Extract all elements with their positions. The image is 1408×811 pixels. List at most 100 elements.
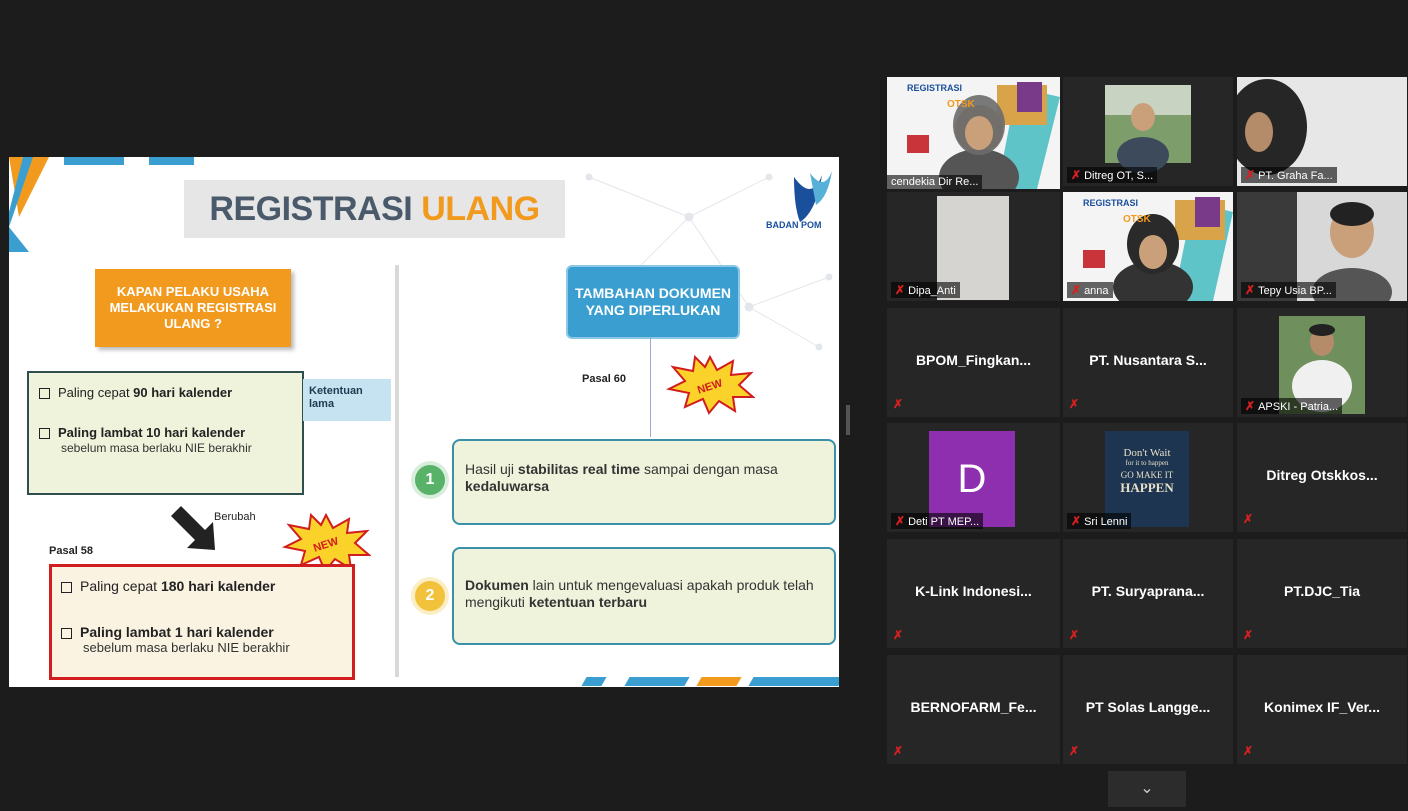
thumb-text: OTSK — [1123, 214, 1151, 225]
participant-name: PT. Suryaprana... — [1091, 583, 1205, 599]
participant-name-label: ✗ PT. Graha Fa... — [1241, 167, 1337, 183]
participant-tile[interactable]: ✗ APSKI - Patria... — [1237, 308, 1407, 417]
participant-tile[interactable]: REGISTRASI OTSK cendekia Dir Re... — [887, 77, 1060, 189]
doc-1-text-b: stabilitas real time — [517, 461, 641, 477]
participant-name-label: ✗ Dipa_Anti — [891, 282, 960, 298]
new-item-2-bold: Paling lambat 1 hari kalender — [80, 624, 274, 640]
doc-2-text-c: ketentuan terbaru — [528, 594, 648, 610]
checkbox-icon — [61, 581, 72, 593]
old-item-1-prefix: Paling cepat — [58, 385, 134, 400]
participant-name: APSKI - Patria... — [1258, 401, 1339, 413]
mic-muted-icon[interactable]: ✗ — [893, 628, 903, 642]
right-question-box: TAMBAHAN DOKUMEN YANG DIPERLUKAN — [566, 265, 740, 339]
poster-line: Don't Wait — [1123, 447, 1171, 459]
participant-name: Konimex IF_Ver... — [1264, 699, 1380, 715]
thumb-text: REGISTRASI — [907, 83, 963, 93]
ketentuan-lama-label: Ketentuan lama — [303, 379, 391, 421]
chevron-down-icon: ⌄ — [1140, 780, 1154, 797]
participant-name: Ditreg OT, S... — [1084, 170, 1154, 182]
new-starburst-badge-2: NEW — [665, 355, 755, 415]
participant-tile[interactable]: BPOM_Fingkan... ✗ — [887, 308, 1060, 417]
participant-name: BERNOFARM_Fe... — [910, 699, 1037, 715]
mic-muted-icon[interactable]: ✗ — [1069, 397, 1079, 411]
avatar-initial: D — [957, 457, 987, 501]
mic-muted-icon[interactable]: ✗ — [1245, 283, 1255, 297]
participant-name: Tepy Usia BP... — [1258, 285, 1332, 297]
mic-muted-icon[interactable]: ✗ — [1071, 283, 1081, 297]
participant-name-label: ✗ APSKI - Patria... — [1241, 398, 1343, 414]
shared-screen-slide: REGISTRASI ULANG BADAN POM KAPAN PELAKU … — [9, 157, 839, 687]
mic-muted-icon[interactable]: ✗ — [1243, 512, 1253, 526]
participant-name: PT. Graha Fa... — [1258, 170, 1333, 182]
participant-name: PT Solas Langge... — [1085, 699, 1211, 715]
berubah-label: Berubah — [214, 511, 256, 523]
participant-tile[interactable]: ✗ Ditreg OT, S... — [1063, 77, 1233, 186]
doc-2-text-a: Dokumen — [465, 577, 529, 593]
participant-name-label: ✗ Deti PT MEP... — [891, 513, 984, 529]
slide-divider — [395, 265, 399, 677]
mic-muted-icon[interactable]: ✗ — [1069, 628, 1079, 642]
participant-video — [887, 77, 1060, 189]
stripe — [581, 677, 607, 686]
mic-muted-icon[interactable]: ✗ — [1069, 744, 1079, 758]
participant-name: BPOM_Fingkan... — [915, 352, 1032, 368]
pasal-58-label: Pasal 58 — [49, 545, 94, 557]
old-item-1-bold: 90 hari kalender — [133, 385, 233, 400]
participant-tile[interactable]: Konimex IF_Ver... ✗ — [1237, 655, 1407, 764]
doc-2-text: Dokumen lain untuk mengevaluasi apakah p… — [465, 577, 827, 611]
doc-1-text-d: kedaluwarsa — [465, 478, 550, 494]
participant-tile[interactable]: PT Solas Langge... ✗ — [1063, 655, 1233, 764]
new-item-1: Paling cepat 180 hari kalender — [61, 579, 275, 594]
participant-tile[interactable]: REGISTRASI OTSK ✗ anna — [1063, 192, 1233, 301]
mic-muted-icon[interactable]: ✗ — [1245, 168, 1255, 182]
participant-name-label: ✗ anna — [1067, 282, 1113, 298]
new-item-1-prefix: Paling cepat — [80, 578, 161, 594]
logo-text: BADAN POM — [766, 220, 822, 230]
doc-2-number: 2 — [415, 581, 445, 611]
connector-line — [650, 337, 651, 437]
participant-name-label: ✗ Ditreg OT, S... — [1067, 167, 1158, 183]
participant-name: Deti PT MEP... — [908, 516, 980, 528]
participant-tile[interactable]: Don't Wait for it to happen GO MAKE IT H… — [1063, 423, 1233, 532]
participant-tile[interactable]: PT. Nusantara S... ✗ — [1063, 308, 1233, 417]
mic-muted-icon[interactable]: ✗ — [893, 397, 903, 411]
old-item-1: Paling cepat 90 hari kalender — [39, 385, 232, 400]
new-item-2-sub: sebelum masa berlaku NIE berakhir — [83, 640, 290, 655]
left-question-text: KAPAN PELAKU USAHA MELAKUKAN REGISTRASI … — [109, 284, 277, 331]
participant-name-label: ✗ Tepy Usia BP... — [1241, 282, 1336, 298]
participant-name-label: ✗ Sri Lenni — [1067, 513, 1132, 529]
mic-muted-icon[interactable]: ✗ — [1243, 744, 1253, 758]
mic-muted-icon[interactable]: ✗ — [1071, 514, 1081, 528]
participant-name: Ditreg Otskkos... — [1266, 467, 1378, 483]
doc-1-text-a: Hasil uji — [465, 461, 518, 477]
pasal-60-label: Pasal 60 — [582, 373, 627, 385]
participant-tile[interactable]: ✗ Dipa_Anti — [887, 192, 1060, 301]
participant-tile[interactable]: ✗ PT. Graha Fa... — [1237, 77, 1407, 186]
gallery-next-page-button[interactable]: ⌄ — [1108, 771, 1186, 807]
thumb-text: REGISTRASI — [1083, 198, 1139, 208]
new-item-1-bold: 180 hari kalender — [160, 578, 276, 594]
poster-line: GO MAKE IT — [1120, 470, 1174, 480]
participant-tile[interactable]: PT.DJC_Tia ✗ — [1237, 539, 1407, 648]
mic-muted-icon[interactable]: ✗ — [893, 744, 903, 758]
splitter-handle[interactable] — [846, 405, 850, 435]
participant-tile[interactable]: D ✗ Deti PT MEP... — [887, 423, 1060, 532]
slide-title: REGISTRASI ULANG — [184, 180, 565, 238]
stripe — [748, 677, 839, 686]
new-item-2: Paling lambat 1 hari kalender sebelum ma… — [61, 625, 290, 655]
mic-muted-icon[interactable]: ✗ — [1071, 168, 1081, 182]
participant-tile[interactable]: PT. Suryaprana... ✗ — [1063, 539, 1233, 648]
mic-muted-icon[interactable]: ✗ — [1243, 628, 1253, 642]
left-question-box: KAPAN PELAKU USAHA MELAKUKAN REGISTRASI … — [95, 269, 291, 347]
checkbox-icon — [39, 388, 50, 400]
doc-1-text: Hasil uji stabilitas real time sampai de… — [465, 461, 825, 495]
participant-tile[interactable]: ✗ Tepy Usia BP... — [1237, 192, 1407, 301]
participant-tile[interactable]: BERNOFARM_Fe... ✗ — [887, 655, 1060, 764]
participant-tile[interactable]: Ditreg Otskkos... ✗ — [1237, 423, 1407, 532]
mic-muted-icon[interactable]: ✗ — [895, 283, 905, 297]
mic-muted-icon[interactable]: ✗ — [1245, 399, 1255, 413]
mic-muted-icon[interactable]: ✗ — [895, 514, 905, 528]
doc-1-text-c: sampai dengan masa — [640, 461, 778, 477]
participant-tile[interactable]: K-Link Indonesi... ✗ — [887, 539, 1060, 648]
participant-name: cendekia Dir Re... — [891, 176, 979, 188]
